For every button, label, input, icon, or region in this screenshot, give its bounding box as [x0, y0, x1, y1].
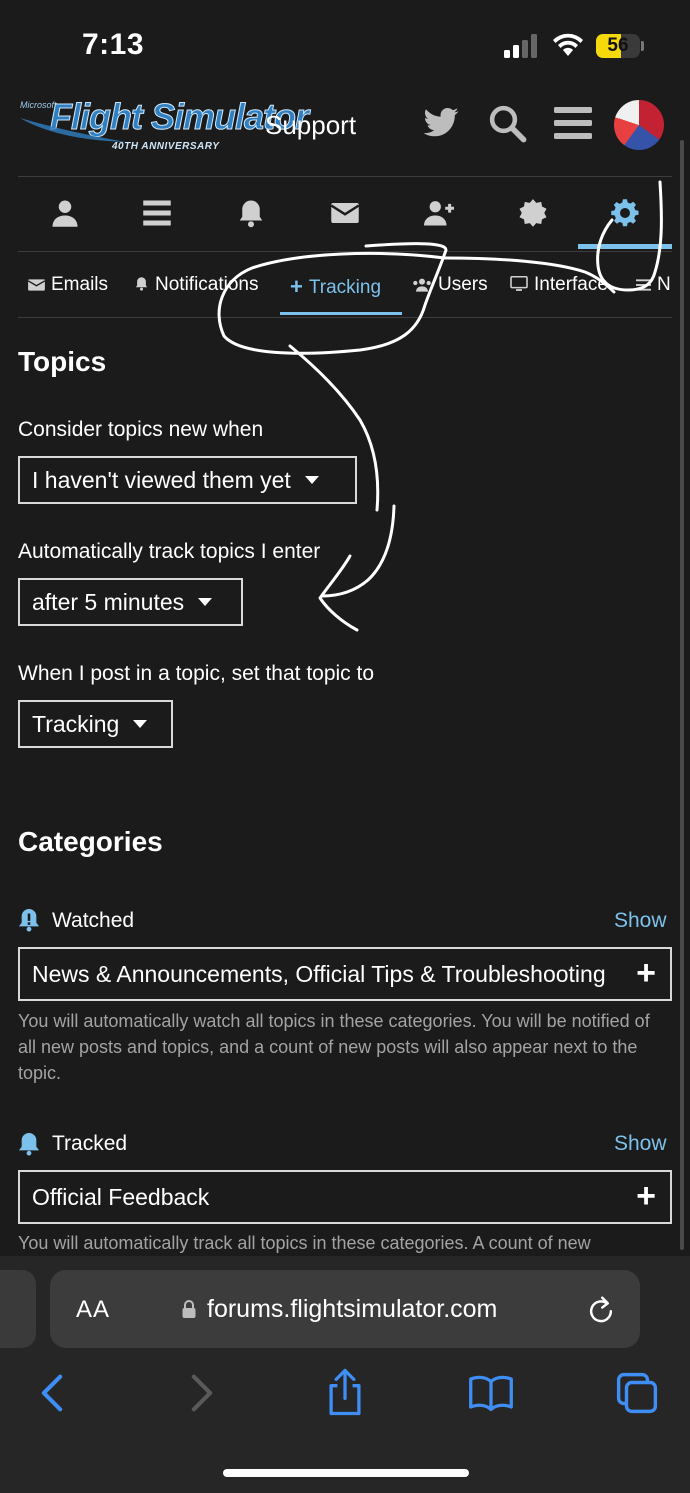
watched-value: News & Announcements, Official Tips & Tr…: [32, 961, 606, 987]
forward-icon[interactable]: [188, 1374, 216, 1412]
plus-icon[interactable]: +: [636, 1172, 656, 1220]
url-text[interactable]: forums.flightsimulator.com: [207, 1295, 497, 1324]
watched-description: You will automatically watch all topics …: [18, 1011, 650, 1083]
hand-drawn-annotation: [217, 180, 663, 632]
tracked-label: Tracked: [52, 1132, 128, 1155]
post-select[interactable]: Tracking: [18, 700, 173, 748]
watched-show-link[interactable]: Show: [614, 909, 667, 933]
aa-label: AA: [76, 1296, 111, 1323]
reload-icon[interactable]: [586, 1294, 616, 1326]
watched-categories-input[interactable]: News & Announcements, Official Tips & Tr…: [18, 947, 672, 1001]
watched-label: Watched: [52, 909, 135, 932]
lock-icon: [182, 1300, 196, 1318]
tracked-show-link[interactable]: Show: [614, 1132, 667, 1156]
plus-icon[interactable]: +: [636, 949, 656, 997]
back-icon[interactable]: [38, 1374, 66, 1412]
tracked-categories-input[interactable]: Official Feedback +: [18, 1170, 672, 1224]
bell-exclamation-icon: [18, 909, 40, 932]
tracked-description: You will automatically track all topics …: [18, 1233, 591, 1253]
previous-tab-pill[interactable]: [0, 1270, 36, 1348]
caret-down-icon: [133, 720, 148, 728]
tabs-icon[interactable]: [616, 1372, 658, 1414]
tracked-value: Official Feedback: [32, 1184, 210, 1210]
reader-options-button[interactable]: AA: [76, 1293, 110, 1324]
home-indicator[interactable]: [223, 1469, 469, 1477]
bookmarks-icon[interactable]: [468, 1374, 514, 1412]
select-value: Tracking: [32, 711, 120, 737]
categories-heading: Categories: [18, 826, 163, 857]
share-icon[interactable]: [326, 1368, 364, 1416]
bell-icon: [18, 1133, 40, 1156]
